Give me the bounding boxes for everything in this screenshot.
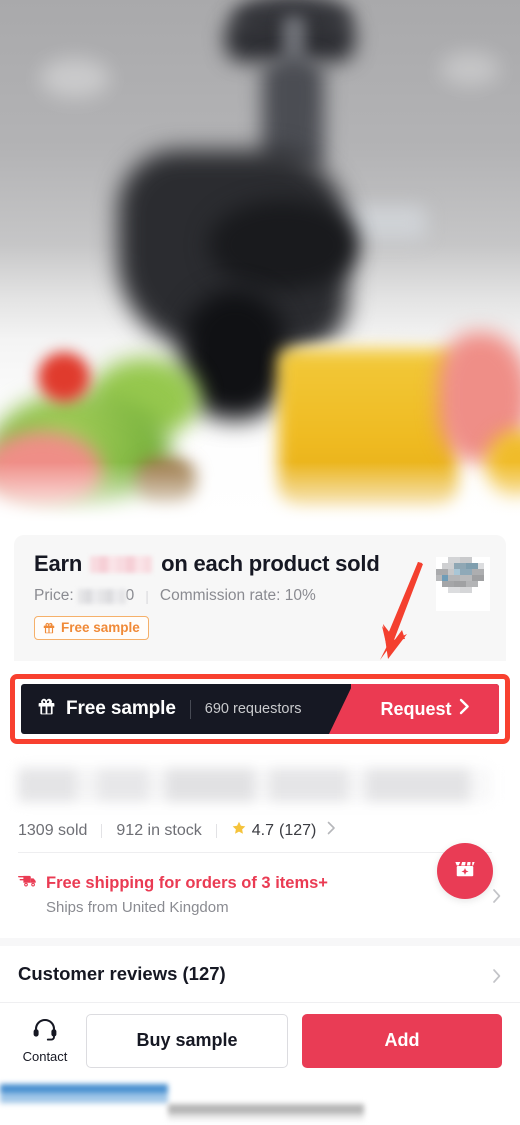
stats-divider-2 bbox=[215, 823, 217, 838]
photo-bottom-fade bbox=[0, 462, 520, 532]
free-sample-banner-title: Free sample bbox=[66, 698, 176, 719]
rating-value: 4.7 bbox=[251, 821, 275, 839]
units-sold: 1309 sold bbox=[18, 821, 88, 839]
price-label: Price: bbox=[34, 587, 74, 604]
row-divider: | bbox=[145, 588, 149, 604]
banner-divider bbox=[189, 699, 191, 719]
tomato bbox=[38, 352, 90, 402]
rating-summary[interactable]: 4.7 (127) bbox=[231, 820, 337, 841]
free-sample-badge[interactable]: Free sample bbox=[34, 616, 149, 640]
photo-highlight-left bbox=[40, 58, 110, 98]
stats-divider-1 bbox=[101, 823, 103, 838]
shipping-headline: Free shipping for orders of 3 items+ bbox=[46, 873, 328, 892]
headset-icon bbox=[31, 1017, 59, 1046]
shipping-origin: Ships from United Kingdom bbox=[46, 899, 229, 916]
add-button-label: Add bbox=[384, 1030, 420, 1050]
buy-sample-button[interactable]: Buy sample bbox=[86, 1013, 288, 1068]
section-divider-stats bbox=[18, 852, 492, 853]
free-sample-banner[interactable]: Free sample 690 requestors Request bbox=[21, 684, 499, 734]
shipping-info[interactable]: Free shipping for orders of 3 items+ Shi… bbox=[18, 872, 438, 916]
shipping-headline-row: Free shipping for orders of 3 items+ bbox=[18, 872, 438, 894]
gift-icon bbox=[36, 696, 57, 722]
chevron-right-icon bbox=[459, 698, 470, 720]
earn-headline: Earn on each product sold bbox=[34, 551, 488, 577]
shop-store-icon bbox=[450, 854, 480, 889]
earn-amount-redacted bbox=[90, 555, 153, 573]
reviews-chevron-right-icon[interactable] bbox=[492, 968, 502, 989]
price-value-tail: 0 bbox=[125, 587, 135, 604]
blurred-system-strip-gray bbox=[168, 1104, 364, 1120]
contact-button[interactable]: Contact bbox=[18, 1017, 72, 1064]
product-title-redacted bbox=[18, 768, 492, 802]
free-sample-banner-info: Free sample 690 requestors bbox=[21, 684, 351, 734]
chevron-right-icon bbox=[327, 821, 336, 840]
price-value-redacted bbox=[77, 588, 126, 604]
rating-count: (127) bbox=[279, 821, 317, 839]
stock-count: 912 in stock bbox=[116, 821, 202, 839]
free-sample-badge-label: Free sample bbox=[61, 620, 140, 635]
earn-commission-card[interactable]: Earn on each product sold Price: 0 | Com… bbox=[14, 535, 506, 661]
bottom-action-bar: Contact Buy sample Add bbox=[0, 1002, 520, 1078]
request-sample-button[interactable]: Request bbox=[351, 684, 499, 734]
customer-reviews-title: Customer reviews (127) bbox=[18, 963, 226, 984]
photo-highlight-right bbox=[440, 52, 500, 86]
shop-store-fab-button[interactable] bbox=[437, 843, 493, 899]
contact-button-label: Contact bbox=[22, 1049, 68, 1064]
commission-rate-label: Commission rate: 10% bbox=[159, 587, 316, 604]
delivery-truck-icon bbox=[18, 872, 38, 894]
product-stats-row[interactable]: 1309 sold 912 in stock 4.7 (127) bbox=[18, 820, 492, 841]
earn-headline-suffix: on each product sold bbox=[161, 551, 380, 576]
shipping-chevron-right-icon[interactable] bbox=[492, 888, 502, 909]
request-button-label: Request bbox=[380, 698, 452, 719]
buy-sample-label: Buy sample bbox=[136, 1030, 238, 1050]
blurred-system-strip-blue bbox=[0, 1084, 168, 1104]
star-icon bbox=[231, 820, 247, 841]
request-button-inner: Request bbox=[380, 698, 469, 720]
product-image-gallery[interactable] bbox=[0, 0, 520, 532]
juicer-arm bbox=[208, 200, 358, 290]
free-sample-requestors: 690 requestors bbox=[204, 701, 302, 717]
add-button[interactable]: Add bbox=[302, 1013, 502, 1068]
pixelated-qr-code bbox=[436, 557, 490, 611]
earn-headline-prefix: Earn bbox=[34, 551, 83, 576]
price-commission-row: Price: 0 | Commission rate: 10% bbox=[34, 587, 488, 605]
gift-icon bbox=[42, 621, 56, 635]
